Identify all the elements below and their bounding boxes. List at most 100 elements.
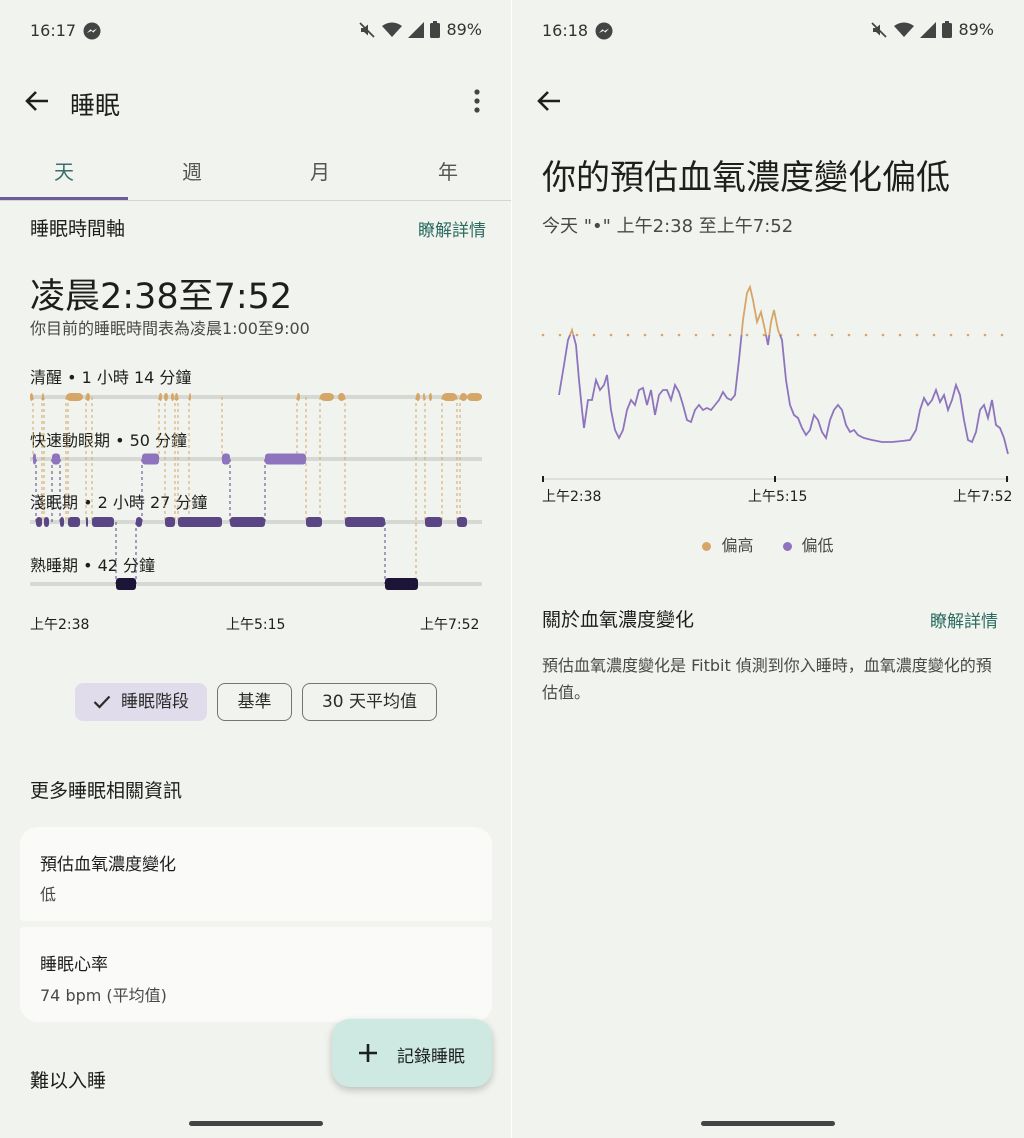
stage-segment bbox=[164, 393, 168, 401]
spo2-card[interactable]: 預估血氧濃度變化 低 bbox=[20, 827, 492, 921]
tab-year[interactable]: 年 bbox=[384, 150, 512, 200]
battery-icon bbox=[942, 21, 953, 38]
baseline-dot bbox=[677, 333, 681, 337]
chart-legend: 偏高 偏低 bbox=[512, 532, 1024, 556]
page-title: 睡眠 bbox=[70, 91, 121, 120]
tabs-divider bbox=[0, 200, 512, 201]
status-time: 16:18 bbox=[542, 21, 589, 40]
baseline-dot bbox=[541, 333, 545, 337]
baseline-dot bbox=[915, 333, 919, 337]
stage-segment bbox=[423, 393, 425, 401]
stage-segment bbox=[116, 578, 136, 590]
log-sleep-button[interactable]: 記錄睡眠 bbox=[332, 1019, 492, 1087]
axis-tick-end: 上午7:52 bbox=[953, 489, 1013, 505]
stage-segment bbox=[230, 517, 265, 527]
sleep-schedule: 你目前的睡眠時間表為凌晨1:00至9:00 bbox=[30, 319, 310, 338]
legend-dot-low bbox=[782, 542, 792, 551]
legend-label-high: 偏高 bbox=[721, 536, 754, 555]
baseline-dot bbox=[609, 333, 613, 337]
chip-sleep-stages[interactable]: 睡眠階段 bbox=[75, 683, 207, 721]
log-sleep-label: 記錄睡眠 bbox=[397, 1047, 465, 1067]
stage-segment bbox=[416, 393, 420, 401]
wifi-icon bbox=[894, 22, 915, 37]
stage-segment bbox=[86, 517, 88, 527]
mute-icon bbox=[359, 21, 376, 38]
stage-segment bbox=[171, 393, 174, 401]
baseline-dot bbox=[983, 333, 987, 337]
legend-item-high: 偏高 bbox=[702, 532, 753, 556]
stage-segment bbox=[92, 517, 114, 527]
baseline-dot bbox=[745, 333, 749, 337]
stage-segment bbox=[165, 517, 175, 527]
sleep-range: 凌晨2:38至7:52 bbox=[30, 277, 293, 317]
more-vert-icon[interactable] bbox=[464, 86, 490, 116]
stage-segment bbox=[86, 393, 90, 401]
date-range: 今天 "•" 上午2:38 至上午7:52 bbox=[542, 216, 794, 237]
spo2-series-high bbox=[569, 284, 781, 335]
period-tabs: 天 週 月 年 bbox=[0, 150, 512, 202]
axis-tick-mid: 上午5:15 bbox=[226, 617, 286, 633]
battery-percent: 89% bbox=[446, 20, 482, 39]
tab-day[interactable]: 天 bbox=[0, 150, 128, 200]
stage-segment bbox=[425, 517, 442, 527]
axis-tick-mid: 上午5:15 bbox=[748, 489, 808, 505]
heart-rate-card[interactable]: 睡眠心率 74 bpm (平均值) bbox=[20, 927, 492, 1022]
stage-segment bbox=[265, 453, 306, 465]
timeline-heading: 睡眠時間軸 bbox=[30, 218, 126, 240]
signal-icon bbox=[920, 21, 937, 38]
stage-segment bbox=[178, 517, 222, 527]
chip-sleep-stages-label: 睡眠階段 bbox=[121, 692, 189, 712]
baseline-dot bbox=[966, 333, 970, 337]
more-info-heading: 更多睡眠相關資訊 bbox=[30, 780, 183, 802]
spo2-line-plot bbox=[541, 284, 1009, 482]
stage-segment bbox=[345, 517, 385, 527]
stage-segment bbox=[159, 393, 162, 401]
spo2-card-title: 預估血氧濃度變化 bbox=[40, 855, 176, 875]
axis-tick-end: 上午7:52 bbox=[420, 617, 480, 633]
stage-segment bbox=[60, 517, 64, 527]
heart-rate-card-value: 74 bpm (平均值) bbox=[40, 986, 167, 1005]
back-arrow-icon[interactable] bbox=[22, 86, 52, 116]
stage-segment bbox=[306, 517, 322, 527]
baseline-dot bbox=[847, 333, 851, 337]
home-indicator bbox=[189, 1121, 323, 1126]
legend-item-low: 偏低 bbox=[782, 532, 834, 556]
baseline-dot bbox=[711, 333, 715, 337]
tab-week[interactable]: 週 bbox=[128, 150, 256, 200]
learn-more-link[interactable]: 瞭解詳情 bbox=[930, 607, 998, 632]
sleep-screen: 16:17 89% 睡眠 天 週 月 年 睡眠時間軸 瞭解詳情 凌晨2:38至7… bbox=[0, 0, 512, 1138]
battery-icon bbox=[430, 21, 441, 38]
baseline-dot bbox=[881, 333, 885, 337]
axis-tick-start: 上午2:38 bbox=[542, 489, 602, 505]
chip-30-day-average[interactable]: 30 天平均值 bbox=[302, 683, 437, 721]
signal-icon bbox=[408, 21, 425, 38]
back-arrow-icon[interactable] bbox=[534, 86, 564, 116]
battery-percent: 89% bbox=[958, 20, 994, 39]
stage-segment bbox=[175, 393, 178, 401]
check-icon bbox=[93, 695, 111, 709]
spo2-detail-screen: 16:18 89% 你的預估血氧濃度變化偏低 今天 "•" 上午2:38 至上午… bbox=[512, 0, 1024, 1138]
learn-more-link[interactable]: 瞭解詳情 bbox=[418, 216, 486, 241]
stage-segment bbox=[44, 517, 49, 527]
baseline-dot bbox=[660, 333, 664, 337]
baseline-dot bbox=[575, 333, 579, 337]
stage-segment bbox=[52, 453, 60, 465]
home-indicator bbox=[701, 1121, 835, 1126]
spo2-card-value: 低 bbox=[40, 885, 57, 904]
stage-segment bbox=[30, 393, 33, 401]
stage-segment bbox=[338, 393, 345, 401]
baseline-dot bbox=[898, 333, 902, 337]
chip-baseline[interactable]: 基準 bbox=[217, 683, 292, 721]
messenger-icon bbox=[595, 22, 613, 40]
stage-segment bbox=[320, 393, 334, 401]
stage-segment bbox=[66, 393, 83, 401]
stage-segment bbox=[33, 453, 36, 465]
baseline-dot bbox=[728, 333, 732, 337]
stage-segment bbox=[36, 517, 42, 527]
stage-segment bbox=[222, 453, 230, 465]
messenger-icon bbox=[83, 22, 101, 40]
tab-month[interactable]: 月 bbox=[256, 150, 384, 200]
legend-dot-high bbox=[702, 542, 712, 551]
baseline-dot bbox=[694, 333, 698, 337]
status-bar: 16:17 89% bbox=[30, 18, 482, 44]
